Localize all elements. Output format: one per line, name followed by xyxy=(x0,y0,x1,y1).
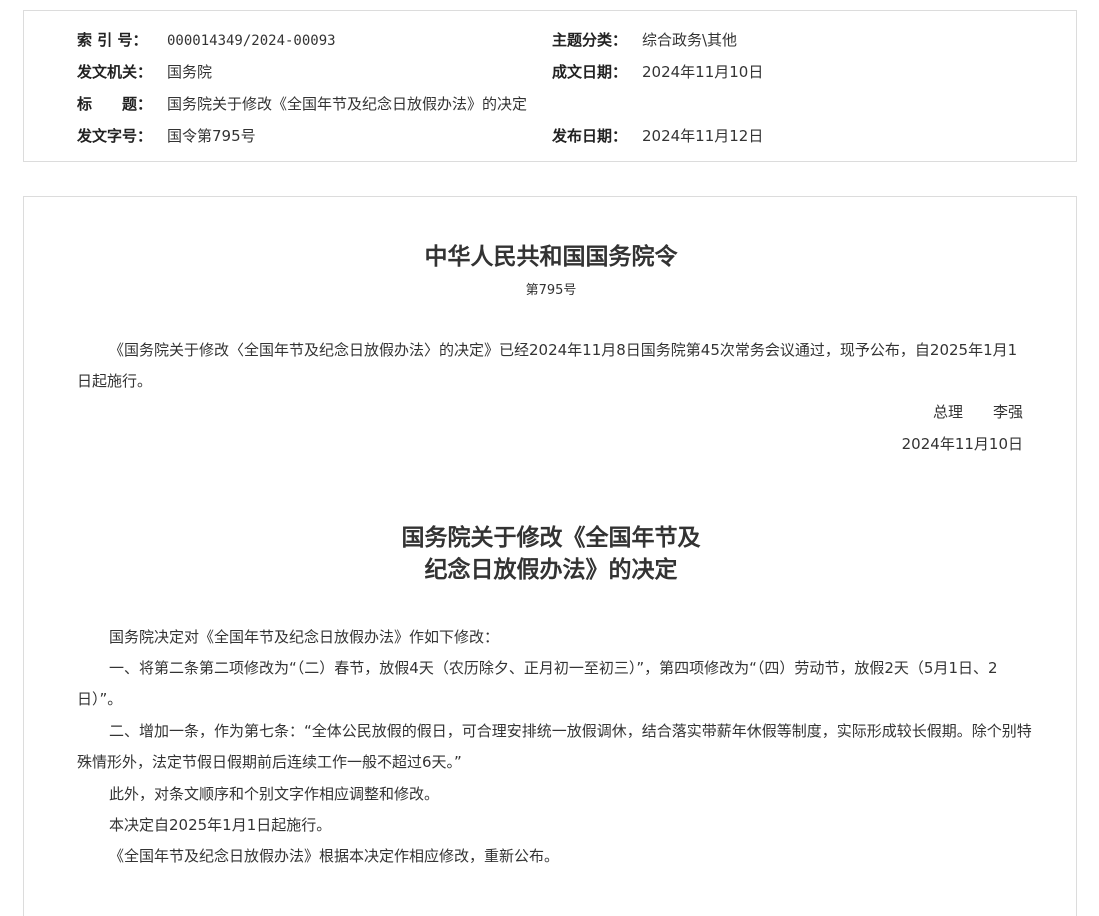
order-body: 《国务院关于修改〈全国年节及纪念日放假办法〉的决定》已经2024年11月8日国务… xyxy=(77,341,1018,390)
decision-title-line-2: 纪念日放假办法》的决定 xyxy=(424,556,678,583)
index-value: 000014349/2024-00093 xyxy=(167,33,336,49)
title-label: 标 题： xyxy=(77,95,153,113)
decision-paragraph: 一、将第二条第二项修改为“（二）春节，放假4天（农历除夕、正月初一至初三）”，第… xyxy=(77,659,998,708)
category-value: 综合政务\其他 xyxy=(642,31,738,49)
issuer-label: 发文机关： xyxy=(77,63,153,81)
published-date-field: 发布日期： 2024年11月12日 xyxy=(552,120,763,152)
index-label: 索 引 号： xyxy=(77,31,148,49)
created-date-field: 成文日期： 2024年11月10日 xyxy=(552,56,763,88)
order-signer: 总理 李强 xyxy=(932,403,1023,421)
created-date-value: 2024年11月10日 xyxy=(642,63,764,81)
issuer-field: 发文机关： 国务院 xyxy=(77,56,212,88)
decision-paragraph: 国务院决定对《全国年节及纪念日放假办法》作如下修改： xyxy=(109,628,500,646)
docno-field: 发文字号： 国令第795号 xyxy=(77,120,256,152)
order-title: 中华人民共和国国务院令 xyxy=(424,243,678,270)
index-field: 索 引 号： 000014349/2024-00093 xyxy=(77,24,336,57)
docno-value: 国令第795号 xyxy=(167,127,256,145)
decision-title-line-1: 国务院关于修改《全国年节及 xyxy=(401,524,701,551)
title-value: 国务院关于修改《全国年节及纪念日放假办法》的决定 xyxy=(167,95,528,113)
decision-paragraph: 此外，对条文顺序和个别文字作相应调整和修改。 xyxy=(109,785,440,803)
decision-paragraph: 二、增加一条，作为第七条：“全体公民放假的假日，可合理安排统一放假调休，结合落实… xyxy=(77,722,1032,771)
title-field: 标 题： 国务院关于修改《全国年节及纪念日放假办法》的决定 xyxy=(77,88,527,120)
decision-title: 国务院关于修改《全国年节及 纪念日放假办法》的决定 xyxy=(24,522,1078,586)
category-label: 主题分类： xyxy=(552,31,628,49)
published-date-value: 2024年11月12日 xyxy=(642,127,764,145)
document-metadata-panel: 索 引 号： 000014349/2024-00093 主题分类： 综合政务\其他 … xyxy=(23,10,1077,162)
order-number: 第795号 xyxy=(525,283,577,298)
docno-label: 发文字号： xyxy=(77,127,153,145)
category-field: 主题分类： 综合政务\其他 xyxy=(552,24,737,56)
order-date: 2024年11月10日 xyxy=(901,435,1023,453)
decision-paragraph: 《全国年节及纪念日放假办法》根据本决定作相应修改，重新公布。 xyxy=(109,847,560,865)
created-date-label: 成文日期： xyxy=(552,63,628,81)
published-date-label: 发布日期： xyxy=(552,127,628,145)
decision-paragraph: 本决定自2025年1月1日起施行。 xyxy=(109,816,332,834)
document-content-panel: 中华人民共和国国务院令 第795号 《国务院关于修改〈全国年节及纪念日放假办法〉… xyxy=(23,196,1077,916)
issuer-value: 国务院 xyxy=(167,63,213,81)
